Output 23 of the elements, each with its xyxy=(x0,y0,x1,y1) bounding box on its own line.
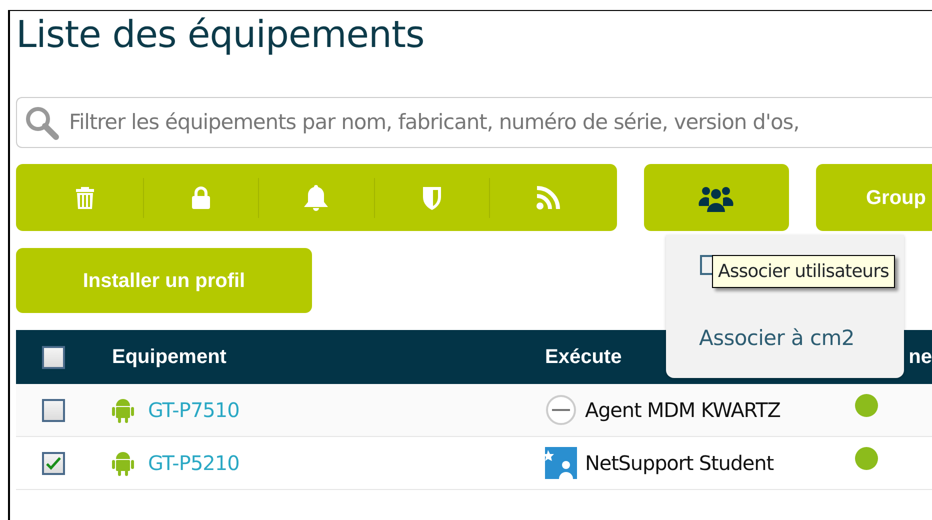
column-header: Equipement xyxy=(112,345,226,370)
app-name: Agent MDM KWARTZ xyxy=(585,397,780,424)
install-profile-button[interactable]: Installer un profil xyxy=(16,248,312,313)
group-button[interactable]: Group xyxy=(816,164,932,231)
checkbox[interactable] xyxy=(42,398,65,422)
users-button[interactable] xyxy=(644,164,789,231)
device-link[interactable]: GT-P7510 xyxy=(148,395,240,425)
column-header: ne xyxy=(908,346,932,368)
search-icon xyxy=(25,106,59,140)
search-field[interactable]: Filtrer les équipements par nom, fabricant, numéro de série, version d'os, xyxy=(16,97,932,148)
check-icon xyxy=(46,456,61,470)
checkbox[interactable] xyxy=(42,452,65,474)
tooltip-text: Associer utilisateurs xyxy=(712,255,895,288)
app-icon xyxy=(545,394,577,426)
column-header: Exécute xyxy=(545,345,622,370)
page-title: Liste des équipements xyxy=(16,12,426,57)
android-icon xyxy=(112,397,134,423)
device-link[interactable]: GT-P5210 xyxy=(148,448,240,478)
app-name: NetSupport Student xyxy=(585,450,774,477)
checkbox[interactable] xyxy=(42,346,65,368)
app-icon xyxy=(545,447,577,479)
android-icon xyxy=(112,450,134,476)
menu-item[interactable]: Associer à cm2 xyxy=(699,323,854,354)
